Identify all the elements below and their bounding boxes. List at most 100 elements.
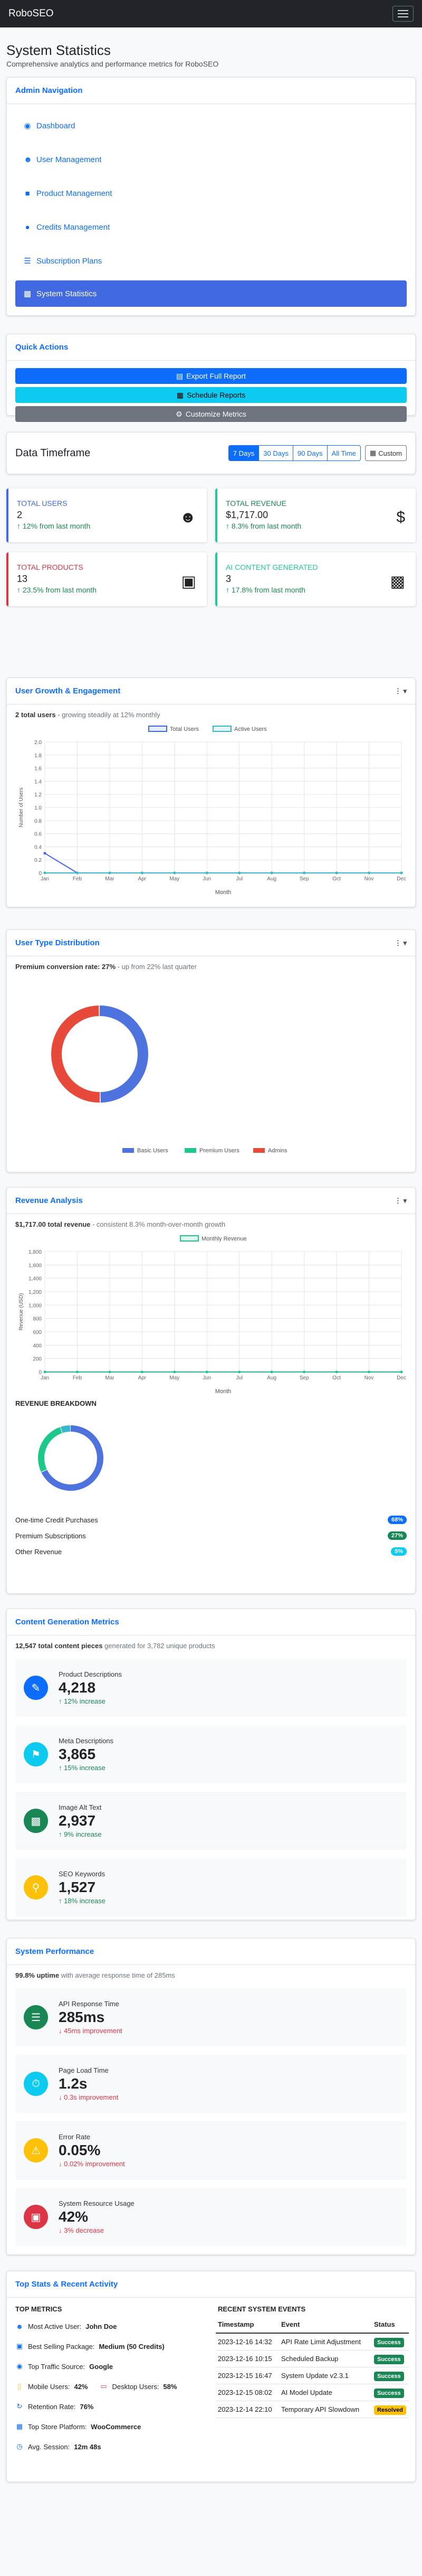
stat-card-total-revenue: TOTAL REVENUE $1,717.00 ↑ 8.3% from last… [215,488,416,542]
tag-icon: ⚑ [24,1742,48,1766]
change-text: 15% increase [64,1764,106,1772]
metric-value: Medium (50 Credits) [99,2342,165,2351]
data-point [173,1370,176,1374]
stopwatch-icon: ⏱ [24,2072,48,2096]
gauge-icon: ◉ [24,121,31,130]
export-report-button[interactable]: ▤ Export Full Report [15,368,407,384]
user-type-title: User Type Distribution [15,938,100,947]
stat-card-total-products: TOTAL PRODUCTS 13 ↑ 23.5% from last mont… [6,552,207,606]
button-label: Schedule Reports [186,391,246,399]
y-tick-label: 2.0 [34,740,42,746]
y-tick-label: 800 [33,1317,42,1322]
timeframe-card: Data Timeframe 7 Days 30 Days 90 Days Al… [6,432,416,474]
summary-bold: Premium conversion rate: 27% [15,963,116,971]
change-text: 9% increase [64,1830,102,1838]
more-options-icon[interactable]: ⋮ ▾ [395,687,407,695]
y-tick-label: 1.4 [34,779,42,785]
data-point [75,871,79,875]
pie-slice [38,1427,62,1472]
legend-swatch [185,1148,196,1153]
y-axis-label: Revenue (USD) [18,1293,24,1331]
content-metrics-title: Content Generation Metrics [15,1618,119,1627]
timeframe-7-days[interactable]: 7 Days [228,445,260,461]
data-point [108,871,111,875]
summary-bold: 12,547 total content pieces [15,1642,103,1650]
x-tick-label: Apr [138,876,147,882]
recent-events-table: Timestamp Event Status 2023-12-16 14:32 A… [216,2316,409,2418]
breakdown-percent: 68% [387,1516,407,1524]
menu-toggle-button[interactable] [392,6,414,22]
legend-swatch [213,726,232,732]
timeframe-custom-button[interactable]: ▦ Custom [365,445,407,461]
content-metrics-card: Content Generation Metrics 12,547 total … [6,1609,416,1920]
metric-value: 1,527 [59,1879,96,1895]
metric-change: ↑ 15% increase [59,1764,106,1772]
quick-actions-title: Quick Actions [15,343,69,352]
metric-retention-rate: ↻ Retention Rate: 76% [15,2396,199,2417]
metric-label: Avg. Session: [28,2442,70,2451]
timeframe-30-days[interactable]: 30 Days [258,445,293,461]
revenue-summary: $1,717.00 total revenue - consistent 8.3… [7,1214,415,1228]
data-point [75,1370,79,1374]
nav-item-subscription-plans[interactable]: ☰ Subscription Plans [15,247,407,275]
admin-nav-title: Admin Navigation [15,86,83,95]
nav-item-product-management[interactable]: ■ Product Management [15,179,407,208]
y-tick-label: 1.2 [34,792,42,798]
top-metrics-section: TOP METRICS ☻ Most Active User: John Doe ▣… [7,2305,207,2457]
schedule-reports-button[interactable]: ▦ Schedule Reports [15,387,407,403]
stat-value: 3 [226,574,232,584]
x-tick-label: Nov [365,876,374,882]
change-text: 18% increase [64,1897,106,1905]
box-icon: ▣ [181,573,196,590]
metric-change: ↑ 12% increase [59,1697,106,1705]
brand-logo[interactable]: RoboSEO [8,8,54,20]
data-point [270,871,273,875]
summary-rest: generated for 3,782 unique products [102,1642,215,1650]
more-options-icon[interactable]: ⋮ ▾ [395,939,407,947]
change-text: 45ms improvement [64,2027,122,2035]
list-item: Other Revenue 5% [7,1544,415,1559]
x-tick-label: Jan [41,1375,49,1381]
recent-events-section: RECENT SYSTEM EVENTS Timestamp Event Sta… [216,2305,409,2418]
data-point [205,1370,208,1374]
metric-most-active-user: ☻ Most Active User: John Doe [15,2316,199,2336]
summary-bold: 2 total users [15,711,56,719]
event-time: 2023-12-15 08:02 [216,2384,279,2401]
nav-item-credits-management[interactable]: ● Credits Management [15,213,407,241]
metric-label: Error Rate [59,2133,90,2141]
x-tick-label: Nov [365,1375,374,1381]
timeframe-90-days[interactable]: 90 Days [292,445,328,461]
metric-label: Page Load Time [59,2066,109,2074]
top-stats-title: Top Stats & Recent Activity [15,2280,118,2289]
user-growth-card: User Growth & Engagement ⋮ ▾ 2 total user… [6,678,416,907]
metric-change: ↓ 0.3s improvement [59,2093,119,2101]
store-icon: ▦ [16,2422,23,2430]
nav-label: Subscription Plans [36,256,102,266]
metric-value: 0.05% [59,2142,101,2158]
list-icon: ☰ [24,257,31,266]
x-tick-label: Jul [236,876,243,882]
user-type-chart: Basic Users Premium Users Admins [51,1005,287,1154]
summary-rest: - up from 22% last quarter [116,963,197,971]
status-badge: Success [374,2355,404,2364]
x-tick-label: Apr [138,1375,147,1381]
metric-label: Most Active User: [28,2322,82,2330]
warning-icon: ⚠ [24,2138,48,2163]
column-header: Status [372,2316,409,2334]
x-tick-label: Feb [73,876,82,882]
nav-label: User Management [36,155,102,164]
y-tick-label: 1.6 [34,766,42,772]
hamburger-icon [398,10,408,11]
timeframe-all-time[interactable]: All Time [327,445,361,461]
customize-metrics-button[interactable]: ⚙ Customize Metrics [15,406,407,422]
metric-value: 58% [163,2382,177,2391]
more-options-icon[interactable]: ⋮ ▾ [395,1197,407,1205]
data-point [108,1370,111,1374]
pie-slice [60,1425,71,1433]
nav-item-user-management[interactable]: ☻ User Management [15,145,407,174]
revenue-breakdown-chart [38,1425,103,1491]
nav-item-system-statistics[interactable]: ▩ System Statistics [15,280,407,307]
nav-item-dashboard[interactable]: ◉ Dashboard [15,111,407,140]
users-icon: ☻ [24,155,32,164]
legend-label: Premium Users [199,1148,239,1154]
